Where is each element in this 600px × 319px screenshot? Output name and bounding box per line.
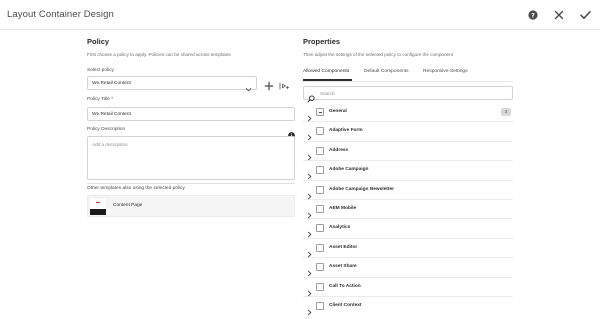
- component-name: Analytics: [329, 225, 351, 231]
- component-checkbox[interactable]: [316, 146, 324, 155]
- component-checkbox[interactable]: [316, 108, 324, 116]
- description-placeholder: Add a description: [92, 142, 128, 147]
- component-checkbox[interactable]: [316, 205, 324, 213]
- tab-responsive-settings[interactable]: Responsive Settings: [423, 69, 468, 74]
- duplicate-icon: [279, 82, 289, 90]
- component-group-row[interactable]: Address: [303, 142, 513, 162]
- policy-title-input[interactable]: We.Retail Content: [87, 107, 295, 121]
- component-name: Address: [329, 147, 349, 153]
- chevron-right-icon[interactable]: [307, 148, 312, 161]
- component-group-row[interactable]: Asset Share: [303, 258, 513, 278]
- properties-tabs: Allowed Components Default Components Re…: [303, 69, 513, 83]
- header-actions: ?: [526, 8, 592, 22]
- search-placeholder: Search: [320, 91, 335, 96]
- chevron-down-icon: [245, 80, 252, 98]
- component-group-row[interactable]: Client Context: [303, 297, 513, 316]
- tab-allowed-components[interactable]: Allowed Components: [303, 69, 349, 74]
- policy-heading: Policy: [87, 37, 110, 46]
- svg-text:?: ?: [531, 11, 535, 19]
- component-group-row[interactable]: Adobe Campaign: [303, 161, 513, 181]
- policy-title-value: We.Retail Content: [92, 112, 131, 117]
- component-checkbox[interactable]: [316, 302, 324, 310]
- chevron-right-icon[interactable]: [307, 206, 312, 219]
- chevron-right-icon[interactable]: [307, 245, 312, 258]
- dialog-header: Layout Container Design ?: [0, 0, 600, 30]
- properties-heading: Properties: [303, 37, 341, 46]
- policy-title-label: Policy Title *: [87, 97, 114, 102]
- chevron-right-icon[interactable]: [307, 167, 312, 180]
- add-policy-button[interactable]: [264, 78, 274, 91]
- component-group-row[interactable]: Analytics: [303, 219, 513, 239]
- component-group-row[interactable]: General 3: [303, 103, 513, 123]
- component-group-row[interactable]: Adobe Campaign Newsletter: [303, 181, 513, 200]
- close-icon[interactable]: [552, 8, 566, 22]
- chevron-right-icon[interactable]: [307, 284, 312, 296]
- plus-icon: [264, 81, 274, 91]
- chevron-right-icon[interactable]: [307, 187, 312, 199]
- component-name: Asset Share: [329, 264, 357, 270]
- policy-description-label: Policy Description: [87, 127, 126, 132]
- component-group-row[interactable]: Adaptive Form: [303, 122, 513, 142]
- component-name: AEM Mobile: [329, 206, 357, 211]
- tab-default-components[interactable]: Default Components: [364, 69, 409, 74]
- component-checkbox[interactable]: [316, 224, 324, 233]
- component-name: Call To Action: [329, 283, 361, 289]
- template-thumbnail: [90, 199, 106, 215]
- checkmark-icon[interactable]: [578, 8, 592, 22]
- policy-hint: First choose a policy to apply. Policies…: [87, 52, 231, 57]
- policy-description-textarea[interactable]: Add a description: [87, 136, 295, 180]
- component-name: Adaptive Form: [329, 128, 363, 134]
- other-templates-label: Other templates also using the selected …: [87, 186, 185, 191]
- component-group-row[interactable]: Asset Editor: [303, 239, 513, 259]
- component-checkbox[interactable]: [316, 166, 324, 175]
- search-icon: [307, 90, 315, 103]
- component-checkbox[interactable]: [316, 243, 324, 252]
- component-checkbox[interactable]: [316, 127, 324, 136]
- component-checkbox[interactable]: [316, 263, 324, 272]
- chevron-right-icon[interactable]: [307, 109, 312, 122]
- properties-panel: Properties Then adjust the settings of t…: [303, 37, 513, 316]
- chevron-right-icon[interactable]: [307, 128, 312, 141]
- component-name: Client Context: [329, 303, 362, 308]
- component-name: General: [329, 109, 347, 114]
- component-name: Adobe Campaign Newsletter: [329, 186, 395, 192]
- divider: [87, 183, 295, 184]
- chevron-right-icon[interactable]: [307, 264, 312, 277]
- template-item[interactable]: Content Page: [87, 195, 295, 217]
- policy-panel: Policy First choose a policy to apply. P…: [87, 37, 295, 217]
- component-group-row[interactable]: AEM Mobile: [303, 200, 513, 220]
- help-icon[interactable]: ?: [526, 8, 540, 22]
- component-name: Asset Editor: [329, 244, 358, 250]
- component-checkbox[interactable]: [316, 185, 324, 194]
- chevron-right-icon[interactable]: [307, 303, 312, 316]
- component-group-row[interactable]: Call To Action: [303, 278, 513, 297]
- template-name: Content Page: [113, 203, 143, 208]
- duplicate-policy-button[interactable]: [279, 78, 290, 90]
- tabs-divider: [303, 81, 513, 82]
- component-search-input[interactable]: Search: [303, 86, 513, 103]
- component-name: Adobe Campaign: [329, 167, 369, 173]
- properties-hint: Then adjust the settings of the selected…: [303, 52, 453, 57]
- component-count-badge: 3: [501, 108, 511, 116]
- selected-policy-value: We.Retail Content: [92, 81, 131, 86]
- info-icon[interactable]: [288, 126, 295, 139]
- chevron-right-icon[interactable]: [307, 225, 312, 238]
- component-checkbox[interactable]: [316, 282, 324, 291]
- dialog-title: Layout Container Design: [7, 9, 114, 20]
- select-policy-dropdown[interactable]: We.Retail Content: [87, 76, 257, 92]
- select-policy-label: Select policy: [87, 68, 114, 73]
